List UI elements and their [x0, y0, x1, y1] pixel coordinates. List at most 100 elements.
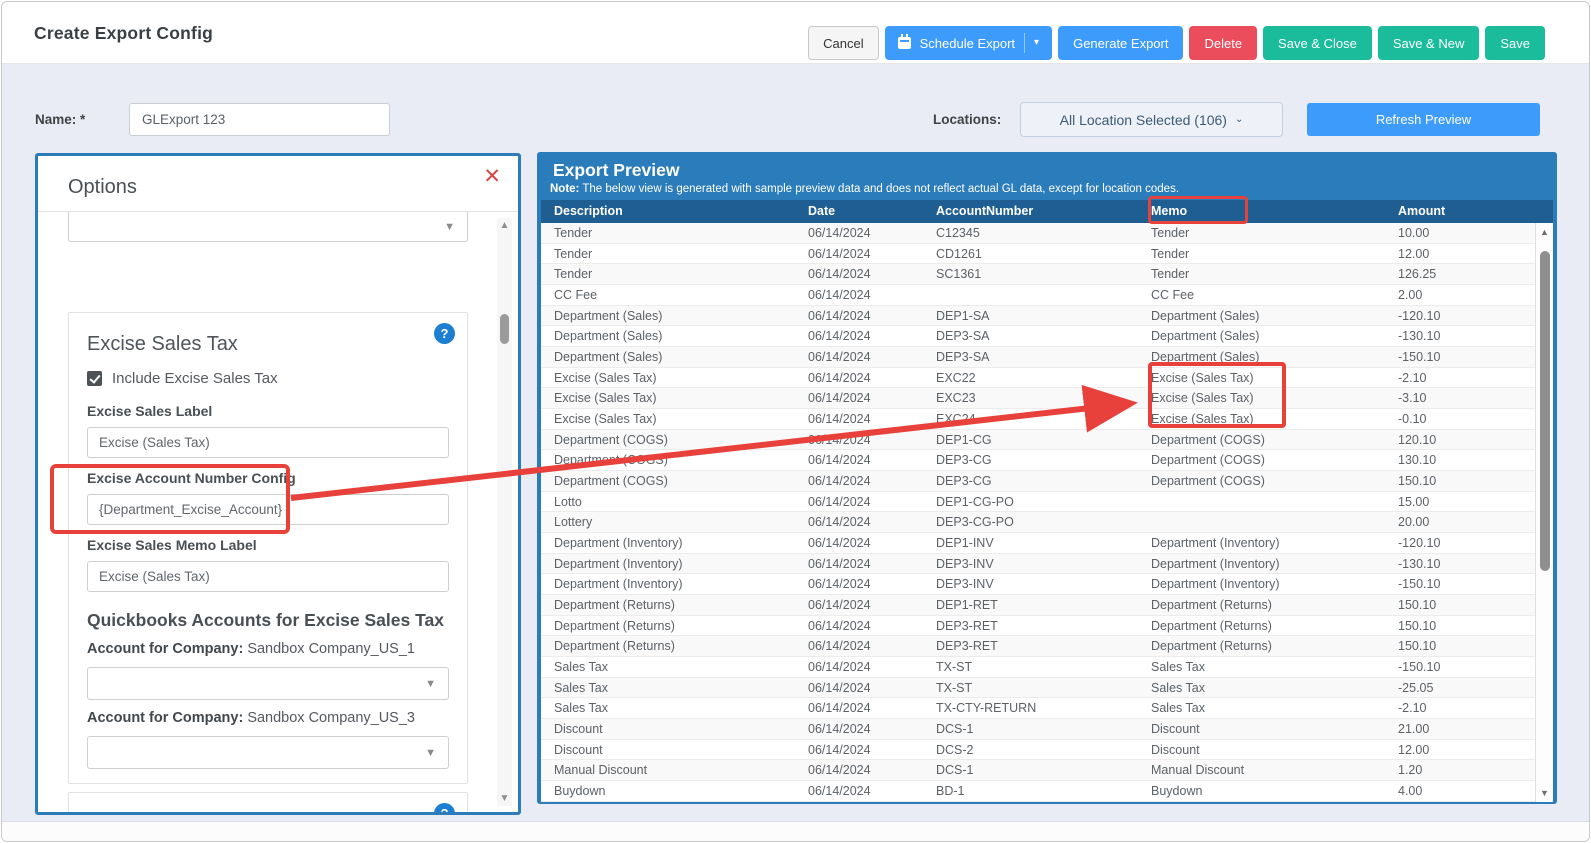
table-cell: Department (COGS) — [541, 453, 795, 467]
table-row[interactable]: Discount06/14/2024DCS-1Discount21.00 — [541, 719, 1535, 740]
scroll-up-icon[interactable]: ▲ — [1536, 227, 1553, 237]
table-row[interactable]: Department (COGS)06/14/2024DEP3-CGDepart… — [541, 471, 1535, 492]
table-row[interactable]: Department (COGS)06/14/2024DEP3-CGDepart… — [541, 450, 1535, 471]
table-cell: Sales Tax — [541, 660, 795, 674]
chevron-down-icon: ▼ — [425, 678, 436, 690]
table-row[interactable]: Excise (Sales Tax)06/14/2024EXC22Excise … — [541, 368, 1535, 389]
save-and-close-button[interactable]: Save & Close — [1263, 26, 1372, 60]
table-cell: 130.10 — [1385, 453, 1535, 467]
help-icon[interactable]: ? — [434, 323, 455, 344]
table-row[interactable]: Discount06/14/2024DCS-2Discount12.00 — [541, 740, 1535, 761]
cancel-button[interactable]: Cancel — [808, 26, 878, 60]
table-cell: BD-1 — [923, 784, 1138, 798]
table-row[interactable]: Excise (Sales Tax)06/14/2024EXC24Excise … — [541, 409, 1535, 430]
column-header-date[interactable]: Date — [795, 200, 923, 223]
table-cell: 12.00 — [1385, 247, 1535, 261]
table-row[interactable]: Department (Returns)06/14/2024DEP1-RETDe… — [541, 595, 1535, 616]
table-cell: Department (Returns) — [1138, 639, 1385, 653]
table-row[interactable]: Department (Sales)06/14/2024DEP3-SADepar… — [541, 326, 1535, 347]
table-cell: Department (Inventory) — [541, 577, 795, 591]
table-cell: DEP1-SA — [923, 309, 1138, 323]
column-header-description[interactable]: Description — [541, 200, 795, 223]
table-cell: 20.00 — [1385, 515, 1535, 529]
table-cell: Department (COGS) — [1138, 453, 1385, 467]
table-row[interactable]: Sales Tax06/14/2024TX-STSales Tax-25.05 — [541, 678, 1535, 699]
table-row[interactable]: Department (Sales)06/14/2024DEP1-SADepar… — [541, 306, 1535, 327]
table-cell: Discount — [541, 743, 795, 757]
table-row[interactable]: Sales Tax06/14/2024TX-STSales Tax-150.10 — [541, 657, 1535, 678]
locations-label: Locations: — [933, 112, 1001, 127]
table-cell: DEP3-CG — [923, 453, 1138, 467]
table-row[interactable]: Lottery06/14/2024DEP3-CG-PO20.00 — [541, 512, 1535, 533]
preview-scrollbar-thumb[interactable] — [1540, 251, 1550, 571]
cropped-dropdown[interactable]: ▼ — [68, 212, 468, 242]
preview-table-scrollbar[interactable]: ▲ ▼ — [1535, 223, 1553, 802]
table-cell: Department (Returns) — [541, 598, 795, 612]
table-cell: Lottery — [541, 515, 795, 529]
table-row[interactable]: Tender06/14/2024C12345Tender10.00 — [541, 223, 1535, 244]
table-row[interactable]: Excise (Sales Tax)06/14/2024EXC23Excise … — [541, 388, 1535, 409]
chevron-down-icon[interactable]: ▾ — [1034, 38, 1039, 48]
table-cell: Buydown — [541, 784, 795, 798]
table-cell: Department (Sales) — [1138, 309, 1385, 323]
excise-sales-label-label: Excise Sales Label — [87, 403, 449, 419]
table-row[interactable]: Department (Returns)06/14/2024DEP3-RETDe… — [541, 616, 1535, 637]
quickbooks-accounts-heading: Quickbooks Accounts for Excise Sales Tax — [87, 610, 449, 631]
include-excise-sales-tax-checkbox[interactable] — [87, 371, 102, 386]
table-cell: Excise (Sales Tax) — [1138, 391, 1385, 405]
help-icon[interactable]: ? — [434, 803, 455, 812]
table-row[interactable]: Sales Tax06/14/2024TX-CTY-RETURNSales Ta… — [541, 698, 1535, 719]
table-row[interactable]: Tender06/14/2024CD1261Tender12.00 — [541, 244, 1535, 265]
table-cell: 06/14/2024 — [795, 474, 923, 488]
table-row[interactable]: Manual Discount06/14/2024DCS-1Manual Dis… — [541, 760, 1535, 781]
save-and-new-button[interactable]: Save & New — [1378, 26, 1480, 60]
table-row[interactable]: Department (Inventory)06/14/2024DEP3-INV… — [541, 574, 1535, 595]
table-cell: DEP3-CG — [923, 474, 1138, 488]
options-scrollbar-thumb[interactable] — [500, 314, 509, 344]
table-cell: 2.00 — [1385, 288, 1535, 302]
table-cell: 4.00 — [1385, 784, 1535, 798]
table-row[interactable]: CC Fee06/14/2024CC Fee2.00 — [541, 285, 1535, 306]
table-cell: Tender — [1138, 247, 1385, 261]
refresh-preview-button[interactable]: Refresh Preview — [1307, 103, 1540, 136]
delete-button[interactable]: Delete — [1189, 26, 1257, 60]
close-icon[interactable]: ✕ — [483, 166, 501, 187]
table-row[interactable]: Lotto06/14/2024DEP1-CG-PO15.00 — [541, 492, 1535, 513]
options-scrollbar[interactable]: ▲ ▼ — [497, 218, 512, 806]
table-row[interactable]: Department (Inventory)06/14/2024DEP3-INV… — [541, 554, 1535, 575]
table-cell: Department (Returns) — [541, 639, 795, 653]
account-for-company-2-dropdown[interactable]: ▼ — [87, 736, 449, 769]
name-input[interactable] — [129, 103, 390, 136]
excise-sales-memo-label-input[interactable] — [87, 561, 449, 592]
excise-sales-label-input[interactable] — [87, 427, 449, 458]
table-row[interactable]: Department (Returns)06/14/2024DEP3-RETDe… — [541, 636, 1535, 657]
table-cell: Excise (Sales Tax) — [1138, 371, 1385, 385]
scroll-down-icon[interactable]: ▼ — [497, 793, 512, 804]
table-cell: 120.10 — [1385, 433, 1535, 447]
table-cell: Excise (Sales Tax) — [1138, 412, 1385, 426]
column-header-amount[interactable]: Amount — [1385, 200, 1512, 223]
table-row[interactable]: Department (COGS)06/14/2024DEP1-CGDepart… — [541, 430, 1535, 451]
topbar-actions: Cancel Schedule Export ▾ Generate Export… — [808, 26, 1545, 60]
schedule-export-button[interactable]: Schedule Export ▾ — [885, 26, 1052, 60]
table-cell: Sales Tax — [541, 701, 795, 715]
table-row[interactable]: Tender06/14/2024SC1361Tender126.25 — [541, 264, 1535, 285]
table-cell: 150.10 — [1385, 619, 1535, 633]
table-cell: 06/14/2024 — [795, 433, 923, 447]
column-header-memo[interactable]: Memo — [1138, 200, 1385, 223]
account-for-company-1-dropdown[interactable]: ▼ — [87, 667, 449, 700]
table-cell: Department (Sales) — [541, 309, 795, 323]
table-row[interactable]: Buydown06/14/2024BD-1Buydown4.00 — [541, 781, 1535, 802]
scroll-down-icon[interactable]: ▼ — [1536, 788, 1553, 798]
table-row[interactable]: Department (Inventory)06/14/2024DEP1-INV… — [541, 533, 1535, 554]
column-header-accountnumber[interactable]: AccountNumber — [923, 200, 1138, 223]
table-cell: 06/14/2024 — [795, 371, 923, 385]
table-cell: DEP1-CG-PO — [923, 495, 1138, 509]
table-row[interactable]: Department (Sales)06/14/2024DEP3-SADepar… — [541, 347, 1535, 368]
locations-dropdown[interactable]: All Location Selected (106) ⌄ — [1020, 102, 1283, 137]
table-cell: Excise (Sales Tax) — [541, 371, 795, 385]
excise-account-number-config-input[interactable] — [87, 494, 449, 525]
generate-export-button[interactable]: Generate Export — [1058, 26, 1183, 60]
save-button[interactable]: Save — [1485, 26, 1545, 60]
scroll-up-icon[interactable]: ▲ — [497, 220, 512, 231]
